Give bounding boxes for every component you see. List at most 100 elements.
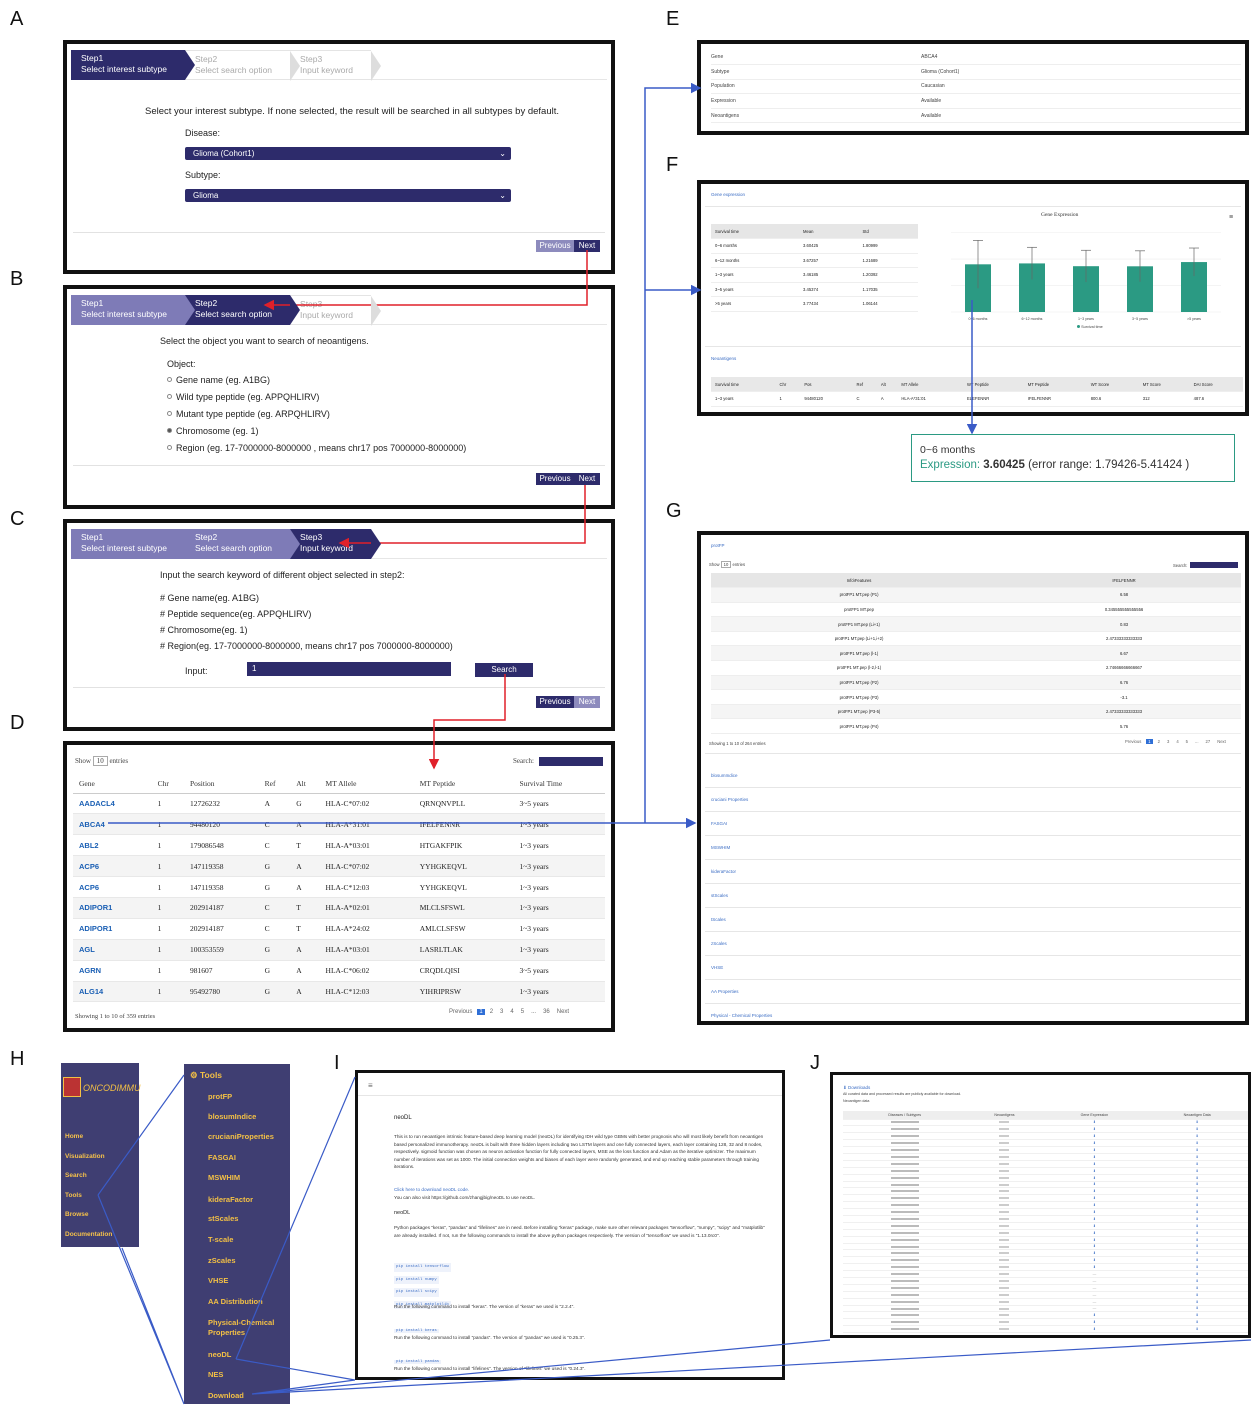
gene-link[interactable]: ADIPOR1 <box>73 918 152 940</box>
step3-tab[interactable]: Step3 Input keyword <box>290 529 381 559</box>
gene-link[interactable]: ACP6 <box>73 855 152 878</box>
step3-tab[interactable]: Step3 Input keyword <box>290 50 381 81</box>
gene-link[interactable]: ALG14 <box>73 981 152 1003</box>
section-link[interactable]: zScales <box>711 941 727 946</box>
section-link[interactable]: FASGAI <box>711 821 727 826</box>
download-icon[interactable]: ⬇ <box>1146 1181 1248 1189</box>
download-icon[interactable]: ⬇ <box>1146 1125 1248 1134</box>
download-icon[interactable]: ⬇ <box>1042 1256 1147 1265</box>
table-row[interactable]: ABCA4 1 94480120 C A HLA-A*31:01 IFELFENNR 1~3 … <box>73 813 605 836</box>
download-icon[interactable]: ⬇ <box>1042 1174 1147 1182</box>
column-header[interactable]: Ref <box>258 775 291 794</box>
gene-link[interactable]: AADACL4 <box>73 793 152 815</box>
page-button[interactable]: 3 <box>498 1009 505 1015</box>
table-row[interactable]: ADIPOR1 1 202914187 C T HLA-A*02:01 MLCLSFSWL 1… <box>73 897 605 919</box>
tool-item[interactable]: AA Distribution <box>208 1297 263 1306</box>
section-link[interactable]: Physical - Chemical Properties <box>711 1013 772 1018</box>
page-button[interactable]: 5 <box>519 1009 526 1015</box>
tool-item[interactable]: VHSE <box>208 1276 228 1285</box>
tool-item[interactable]: protFP <box>208 1092 232 1101</box>
download-icon[interactable]: ⬇ <box>1042 1125 1147 1134</box>
download-icon[interactable]: ⬇ <box>1042 1236 1147 1244</box>
tool-item[interactable]: MSWHIM <box>208 1173 240 1182</box>
download-icon[interactable]: — <box>1042 1277 1147 1285</box>
download-icon[interactable]: ⬇ <box>1146 1256 1248 1265</box>
download-icon[interactable]: ⬇ <box>1146 1146 1248 1154</box>
download-icon[interactable]: ⬇ <box>1146 1277 1248 1285</box>
page-button[interactable]: 2 <box>1156 739 1162 744</box>
page-button[interactable]: Previous <box>447 1009 474 1015</box>
download-icon[interactable]: ⬇ <box>1146 1236 1248 1244</box>
entries-select[interactable]: 10 <box>92 756 108 766</box>
section-link[interactable]: MSWHIM <box>711 845 730 850</box>
download-icon[interactable]: ⬇ <box>1146 1291 1248 1299</box>
download-icon[interactable]: ⬇ <box>1146 1167 1248 1175</box>
download-icon[interactable]: ⬇ <box>1146 1284 1248 1292</box>
download-icon[interactable]: ⬇ <box>1146 1298 1248 1306</box>
table-row[interactable]: ALG14 1 95492780 G A HLA-C*12:03 YIHRIPRSW 1~3 … <box>73 981 605 1003</box>
table-row[interactable]: ABL2 1 179086548 C T HLA-A*03:01 HTGAKFPIK 1~3 … <box>73 834 605 857</box>
download-link[interactable]: Click here to download neoDL code. <box>394 1186 774 1194</box>
column-header[interactable]: MT Allele <box>319 775 414 794</box>
option-chromosome[interactable]: Chromosome (eg. 1) <box>167 426 259 436</box>
tool-item[interactable]: T-scale <box>208 1235 233 1244</box>
option-region[interactable]: Region (eg. 17-7000000-8000000 , means c… <box>167 443 466 453</box>
download-icon[interactable]: ⬇ <box>1146 1318 1248 1327</box>
page-button[interactable]: ... <box>1193 739 1201 744</box>
disease-select[interactable]: Glioma (Cohort1) ⌄ <box>185 147 511 160</box>
table-row[interactable]: ACP6 1 147119358 G A HLA-C*07:02 YYHGKEQVL 1~3 … <box>73 855 605 878</box>
page-button[interactable]: Next <box>1215 739 1228 744</box>
download-icon[interactable]: ⬇ <box>1042 1325 1147 1334</box>
section-link[interactable]: tScales <box>711 917 726 922</box>
download-icon[interactable]: ⬇ <box>1042 1215 1147 1223</box>
gene-link[interactable]: AGL <box>73 939 152 961</box>
tool-item[interactable]: crucianiProperties <box>208 1132 274 1141</box>
column-header[interactable]: Survival Time <box>513 775 605 794</box>
next-button[interactable]: Next <box>574 696 600 708</box>
download-icon[interactable]: ⬇ <box>1042 1229 1147 1237</box>
download-icon[interactable]: ⬇ <box>1146 1160 1248 1168</box>
table-row[interactable]: AGL 1 100353559 G A HLA-A*03:01 LASRLTLAK 1~3 y… <box>73 939 605 961</box>
section-link[interactable]: blosumIndice <box>711 773 738 778</box>
table-row[interactable]: AGRN 1 981607 G A HLA-C*06:02 CRQDLQISI 3~5 yea… <box>73 960 605 982</box>
tool-item[interactable]: kideraFactor <box>208 1195 253 1204</box>
section-link[interactable]: stScales <box>711 893 728 898</box>
download-icon[interactable]: ⬇ <box>1146 1222 1248 1230</box>
download-icon[interactable]: ⬇ <box>1042 1311 1147 1320</box>
page-button[interactable]: 2 <box>488 1009 495 1015</box>
download-icon[interactable]: ⬇ <box>1042 1263 1147 1272</box>
download-icon[interactable]: — <box>1042 1298 1147 1306</box>
download-icon[interactable]: ⬇ <box>1042 1160 1147 1168</box>
option-wild-type[interactable]: Wild type peptide (eg. APPQHLIRV) <box>167 392 319 402</box>
tool-item[interactable]: neoDL <box>208 1350 231 1359</box>
search-button[interactable]: Search <box>475 663 533 677</box>
download-icon[interactable]: ⬇ <box>1146 1132 1248 1141</box>
download-icon[interactable]: ⬇ <box>1042 1318 1147 1327</box>
hamburger-icon[interactable]: ≡ <box>368 1081 373 1090</box>
download-icon[interactable]: ⬇ <box>1042 1249 1147 1258</box>
download-icon[interactable]: ⬇ <box>1146 1243 1248 1251</box>
gene-link[interactable]: AGRN <box>73 960 152 982</box>
tool-item[interactable]: Physical-Chemical <box>208 1318 274 1327</box>
option-gene-name[interactable]: Gene name (eg. A1BG) <box>167 375 270 385</box>
download-icon[interactable]: ⬇ <box>1042 1187 1147 1196</box>
nav-item[interactable]: Home <box>65 1133 83 1140</box>
page-button[interactable]: 5 <box>1184 739 1190 744</box>
tool-item[interactable]: NES <box>208 1370 223 1379</box>
download-icon[interactable]: ⬇ <box>1146 1119 1248 1127</box>
gene-link[interactable]: ACP6 <box>73 876 152 898</box>
search-input[interactable] <box>539 757 603 766</box>
page-button[interactable]: 36 <box>541 1009 552 1015</box>
section-link[interactable]: kideraFactor <box>711 869 736 874</box>
download-icon[interactable]: ⬇ <box>1146 1174 1248 1182</box>
page-button[interactable]: 4 <box>508 1009 515 1015</box>
download-icon[interactable]: — <box>1042 1291 1147 1299</box>
next-button[interactable]: Next <box>574 473 600 485</box>
download-icon[interactable]: ⬇ <box>1146 1229 1248 1237</box>
column-header[interactable]: Position <box>183 775 259 794</box>
column-header[interactable]: MT Peptide <box>413 775 514 794</box>
step1-tab[interactable]: Step1 Select interest subtype <box>71 295 195 325</box>
download-icon[interactable]: ⬇ <box>1042 1243 1147 1251</box>
column-header[interactable]: Gene <box>73 775 152 794</box>
download-icon[interactable]: ⬇ <box>1042 1208 1147 1216</box>
